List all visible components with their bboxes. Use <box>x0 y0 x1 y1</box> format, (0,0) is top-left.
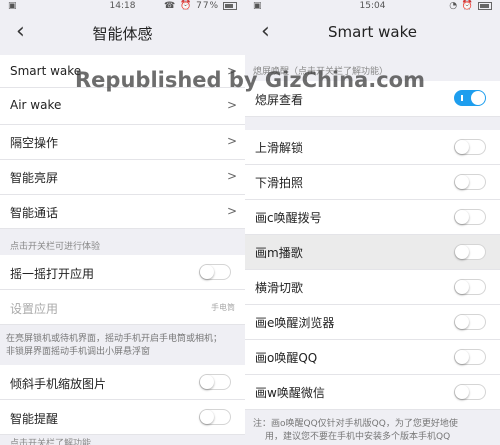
toggle-row[interactable]: 横滑切歌 <box>245 270 500 305</box>
description-line-1: 在亮屏锁机或待机界面，摇动手机开启手电筒或相机； <box>6 334 223 344</box>
draw-m-music-toggle[interactable] <box>454 244 486 260</box>
nav-item-smart-call[interactable]: 智能通话 > <box>0 195 245 229</box>
toggle-row[interactable]: 画m播歌 <box>245 235 500 270</box>
section-hint: 熄屏唤醒（点击开关栏了解功能） <box>253 67 389 77</box>
toggle-knob <box>455 140 469 154</box>
toggle-row[interactable]: 画c唤醒拨号 <box>245 200 500 235</box>
nav-item-air-gesture[interactable]: 隔空操作 > <box>0 125 245 160</box>
status-right-icons: ☎ ⏰ <box>163 1 193 11</box>
page-header: ‹ Smart wake <box>245 14 500 50</box>
toggle-knob <box>455 315 469 329</box>
status-right-icons: ◔ ⏰ <box>449 1 475 11</box>
draw-e-browser-toggle[interactable] <box>454 314 486 330</box>
swipe-up-unlock-toggle[interactable] <box>454 139 486 155</box>
status-bar: ▣ 15:04 ◔ ⏰ <box>245 0 500 14</box>
tilt-zoom-toggle[interactable] <box>199 374 231 390</box>
screen-off-view-toggle[interactable] <box>454 90 486 106</box>
note-line-1: 注：画o唤醒QQ仅针对手机版QQ，为了您更好地使 <box>253 419 458 429</box>
smart-alert-row[interactable]: 智能提醒 <box>0 400 245 435</box>
row-label: 下滑拍照 <box>255 176 304 190</box>
draw-o-qq-toggle[interactable] <box>454 349 486 365</box>
settings-app-row[interactable]: 设置应用 手电筒 <box>0 290 245 325</box>
nav-item-air-wake[interactable]: Air wake > <box>0 88 245 125</box>
settings-app-value: 手电筒 <box>211 303 235 312</box>
row-label: 智能提醒 <box>10 412 59 426</box>
row-label: 设置应用 <box>10 302 59 316</box>
section-hint: 点击开关栏可进行体验 <box>10 242 101 252</box>
toggle-row[interactable]: 画e唤醒浏览器 <box>245 305 500 340</box>
row-label: 画o唤醒QQ <box>255 351 318 365</box>
row-label: 画w唤醒微信 <box>255 386 325 400</box>
toggle-knob <box>471 91 485 105</box>
toggle-knob <box>455 175 469 189</box>
swipe-down-camera-toggle[interactable] <box>454 174 486 190</box>
swipe-switch-song-toggle[interactable] <box>454 279 486 295</box>
toggle-knob <box>455 350 469 364</box>
status-icons: ☎ ⏰ 77% <box>164 1 237 11</box>
nav-item-smart-screen-on[interactable]: 智能亮屏 > <box>0 160 245 195</box>
row-label: 画e唤醒浏览器 <box>255 316 335 330</box>
battery-icon <box>223 1 237 10</box>
row-label: 画m播歌 <box>255 246 303 260</box>
toggle-on-mark <box>461 95 463 101</box>
row-label: 摇一摇打开应用 <box>10 267 95 281</box>
page-title: Smart wake <box>328 23 417 41</box>
nav-item-label: Air wake <box>10 98 62 112</box>
row-label: 倾斜手机缩放图片 <box>10 377 107 391</box>
toggle-knob <box>455 280 469 294</box>
row-label: 横滑切歌 <box>255 281 304 295</box>
battery-percent: 77% <box>196 1 220 11</box>
toggle-knob <box>200 375 214 389</box>
page-title: 智能体感 <box>92 25 153 43</box>
row-label: 上滑解锁 <box>255 141 304 155</box>
screen-off-view-row[interactable]: 熄屏查看 <box>245 81 500 117</box>
nav-item-label: 隔空操作 <box>10 136 59 150</box>
row-label: 画c唤醒拨号 <box>255 211 322 225</box>
chevron-right-icon: > <box>226 134 237 148</box>
toggle-row[interactable]: 画w唤醒微信 <box>245 375 500 410</box>
chevron-right-icon: > <box>226 204 237 218</box>
draw-w-wechat-toggle[interactable] <box>454 384 486 400</box>
toggle-knob <box>455 385 469 399</box>
smart-alert-toggle[interactable] <box>199 409 231 425</box>
nav-item-label: Smart wake <box>10 64 82 78</box>
toggle-knob <box>455 210 469 224</box>
chevron-right-icon: > <box>226 169 237 183</box>
toggle-knob <box>455 245 469 259</box>
toggle-row[interactable]: 上滑解锁 <box>245 130 500 165</box>
chevron-right-icon: > <box>226 64 237 78</box>
section-hint-2: 点击开关栏了解功能 <box>10 439 92 445</box>
tilt-zoom-row[interactable]: 倾斜手机缩放图片 <box>0 365 245 400</box>
toggle-knob <box>200 410 214 424</box>
battery-icon <box>478 1 492 10</box>
toggle-row[interactable]: 画o唤醒QQ <box>245 340 500 375</box>
shake-open-app-toggle[interactable] <box>199 264 231 280</box>
note-line-2: 用，建议您不要在手机中安装多个版本手机QQ <box>265 432 451 442</box>
draw-c-dial-toggle[interactable] <box>454 209 486 225</box>
description-line-2: 非锁屏界面摇动手机调出小屏悬浮窗 <box>6 347 151 357</box>
toggle-row[interactable]: 下滑拍照 <box>245 165 500 200</box>
nav-item-label: 智能通话 <box>10 206 59 220</box>
left-screen: ▣ 14:18 ☎ ⏰ 77% ‹ 智能体感 Smart wake > Air … <box>0 0 245 445</box>
page-header: ‹ 智能体感 <box>0 14 245 50</box>
toggle-knob <box>200 265 214 279</box>
row-label: 熄屏查看 <box>255 93 304 107</box>
nav-item-smart-wake[interactable]: Smart wake > <box>0 55 245 88</box>
right-screen: ▣ 15:04 ◔ ⏰ ‹ Smart wake 熄屏唤醒（点击开关栏了解功能）… <box>245 0 500 445</box>
shake-open-app-row[interactable]: 摇一摇打开应用 <box>0 255 245 290</box>
nav-item-label: 智能亮屏 <box>10 171 59 185</box>
chevron-right-icon: > <box>226 98 237 112</box>
status-icons: ◔ ⏰ <box>449 1 492 11</box>
status-bar: ▣ 14:18 ☎ ⏰ 77% <box>0 0 245 14</box>
